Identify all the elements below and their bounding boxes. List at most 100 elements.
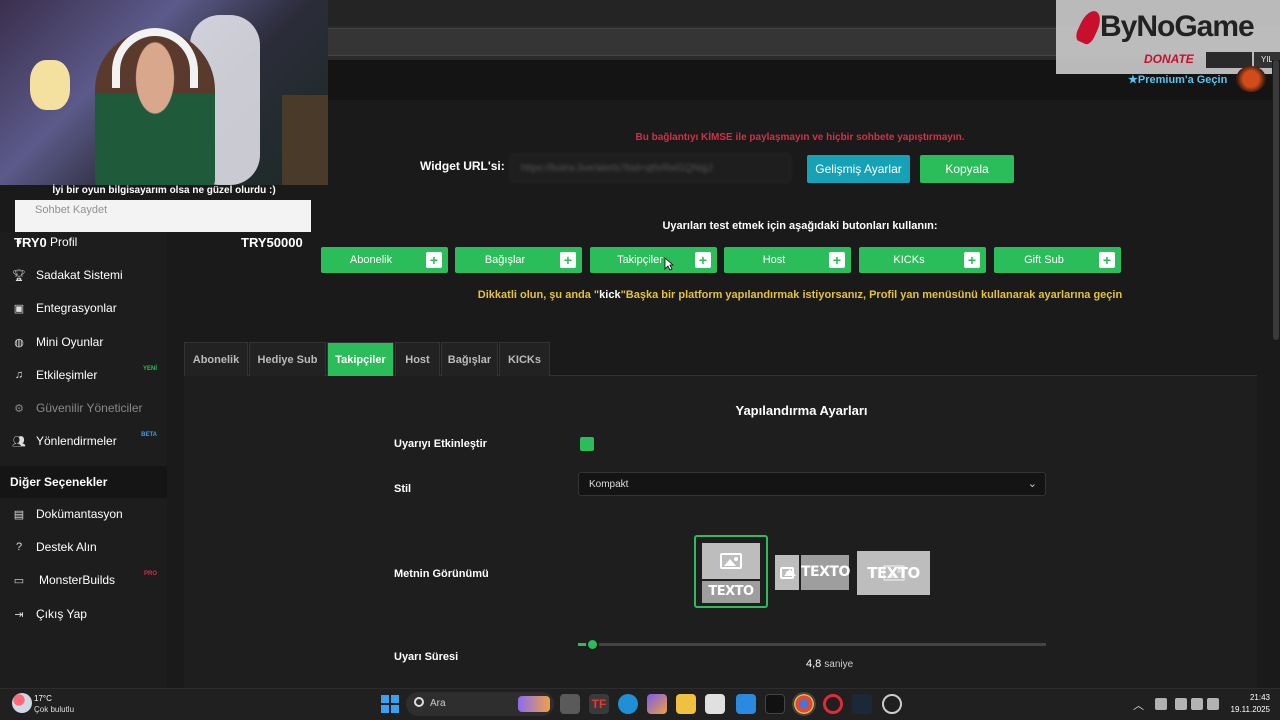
tab-gift-sub[interactable]: Hediye Sub xyxy=(249,342,326,376)
sidebar-item-label: Destek Alın xyxy=(36,540,97,554)
text-look-option-3[interactable]: TEXTO xyxy=(857,551,930,595)
test-subscription-button[interactable]: Abonelik + xyxy=(321,247,448,273)
obs-icon[interactable] xyxy=(882,694,902,714)
sidebar-item-trusted-managers[interactable]: ⚙ Güvenilir Yöneticiler xyxy=(0,393,167,423)
test-kicks-button[interactable]: KICKs + xyxy=(859,247,986,273)
sidebar-item-redirects[interactable]: 👥︎ Yönlendirmeler BETA xyxy=(0,426,167,456)
tab-donations[interactable]: Bağışlar xyxy=(441,342,498,376)
test-donations-button[interactable]: Bağışlar + xyxy=(455,247,582,273)
test-gift-sub-button[interactable]: Gift Sub + xyxy=(994,247,1121,273)
sidebar-item-loyalty[interactable]: 🏆︎ Sadakat Sistemi xyxy=(0,260,167,290)
wifi-icon[interactable] xyxy=(1175,698,1187,710)
clock-time[interactable]: 21:43 xyxy=(1226,693,1270,702)
page-scrollbar[interactable] xyxy=(1272,60,1280,688)
image-icon xyxy=(720,553,742,569)
plus-icon: + xyxy=(1099,252,1115,268)
tab-followers[interactable]: Takipçiler xyxy=(327,342,394,376)
mic-icon[interactable] xyxy=(1155,698,1167,710)
chrome-icon[interactable] xyxy=(792,692,816,716)
copilot-icon[interactable] xyxy=(647,694,667,714)
volume-icon[interactable] xyxy=(1191,698,1203,710)
sidebar-item-label: Çıkış Yap xyxy=(36,607,87,621)
style-select[interactable]: Kompakt ⌄ xyxy=(578,472,1046,496)
tray-overflow-icon[interactable]: ︿ xyxy=(1133,697,1144,713)
webcam-overlay xyxy=(0,0,328,185)
premium-link-label: Premium'a Geçin xyxy=(1137,74,1228,86)
text-look-option-2[interactable]: TEXTO xyxy=(801,555,850,590)
sidebar-item-logout[interactable]: ⇥ Çıkış Yap xyxy=(0,599,167,629)
duration-value: 4,8 xyxy=(806,658,822,670)
sidebar-item-monsterbuilds[interactable]: ▭ MonsterBuilds PRO xyxy=(0,565,167,595)
enable-alert-checkbox[interactable] xyxy=(580,437,594,451)
sidebar-item-docs[interactable]: ▤ Dokümantasyon xyxy=(0,499,167,529)
plus-icon: + xyxy=(829,252,845,268)
mouse-cursor xyxy=(664,257,674,271)
sidebar-item-label: Dokümantasyon xyxy=(36,507,123,521)
copy-button[interactable]: Kopyala xyxy=(920,155,1014,183)
weather-icon[interactable] xyxy=(12,693,32,713)
sidebar-item-interactions[interactable]: ♫ Etkileşimler YENİ xyxy=(0,360,167,390)
taskbar-search-placeholder: Ara xyxy=(430,698,446,709)
gamepad-icon: ◍ xyxy=(14,336,24,349)
tab-host[interactable]: Host xyxy=(395,342,440,376)
sidebar-item-integrations[interactable]: ▣ Entegrasyonlar xyxy=(0,293,167,323)
task-view-icon[interactable] xyxy=(560,694,580,714)
tab-kicks[interactable]: KICKs xyxy=(499,342,550,376)
advanced-settings-button[interactable]: Gelişmiş Ayarlar xyxy=(807,155,910,183)
plus-icon: + xyxy=(560,252,576,268)
outlook-icon[interactable] xyxy=(736,694,756,714)
test-followers-button[interactable]: Takipçiler + xyxy=(590,247,717,273)
share-warning: Bu bağlantıyı KİMSE ile paylaşmayın ve h… xyxy=(635,132,965,143)
notice-pre: Dikkatli olun, şu anda " xyxy=(477,289,600,301)
help-icon: ? xyxy=(15,541,23,553)
test-button-label: KICKs xyxy=(893,254,925,266)
tiktok-icon[interactable] xyxy=(765,694,785,714)
search-highlight-image xyxy=(518,696,550,712)
text-look-option-1[interactable]: TEXTO xyxy=(694,535,768,608)
weather-temp: 17°C xyxy=(34,694,52,703)
test-info-text: Uyarıları test etmek için aşağıdaki buto… xyxy=(662,220,938,232)
thumb-text: TEXTO xyxy=(867,564,920,582)
duration-slider-track[interactable] xyxy=(578,643,1046,646)
battery-icon[interactable] xyxy=(1207,698,1219,710)
bynogame-overlay: ByNoGame DONATE YIL xyxy=(1056,0,1280,74)
cam-caption: İyi bir oyun bilgisayarım olsa ne güzel … xyxy=(52,185,276,196)
tf-app-icon[interactable]: TF xyxy=(589,694,609,714)
thumb-text: TEXTO xyxy=(702,581,760,603)
sidebar-item-mini-games[interactable]: ◍ Mini Oyunlar xyxy=(0,327,167,357)
sidebar-item-label: Sadakat Sistemi xyxy=(36,268,123,282)
sidebar-item-label: Yönlendirmeler xyxy=(36,434,117,448)
edge-icon[interactable] xyxy=(618,694,638,714)
test-button-label: Gift Sub xyxy=(1024,254,1064,266)
chevron-down-icon: ⌄ xyxy=(1027,478,1037,490)
pro-badge: PRO xyxy=(143,571,157,577)
donation-goal: TRY50000 xyxy=(241,235,303,250)
text-look-label: Metnin Görünümü xyxy=(394,568,489,580)
duration-slider-handle[interactable] xyxy=(586,638,599,651)
avatar[interactable] xyxy=(1236,66,1266,92)
windows-start-icon[interactable] xyxy=(381,695,399,713)
platform-notice: Dikkatli olun, şu anda "kick"Başka bir p… xyxy=(328,289,1272,301)
store-icon[interactable] xyxy=(705,694,725,714)
premium-link[interactable]: ★Premium'a Geçin xyxy=(1128,73,1227,86)
opera-icon[interactable] xyxy=(823,694,843,714)
widget-url-label: Widget URL'si: xyxy=(420,159,505,173)
config-title: Yapılandırma Ayarları xyxy=(735,403,868,418)
tab-subscription[interactable]: Abonelik xyxy=(184,342,248,376)
file-explorer-icon[interactable] xyxy=(676,694,696,714)
scrollbar-thumb[interactable] xyxy=(1273,60,1279,340)
overlay-mini-panel xyxy=(1206,52,1252,68)
wall-poster xyxy=(282,95,328,185)
sidebar-item-support[interactable]: ? Destek Alın xyxy=(0,532,167,562)
alert-tabs: Abonelik Hediye Sub Takipçiler Host Bağı… xyxy=(184,342,1257,376)
text-look-option-2-image[interactable] xyxy=(775,555,799,590)
notice-post: "Başka bir platform yapılandırmak istiyo… xyxy=(620,289,1123,301)
steam-icon[interactable] xyxy=(852,694,872,714)
clock-date[interactable]: 19.11.2025 xyxy=(1226,705,1270,714)
widget-url-field[interactable]: https://botrix.live/alerts?bid=qthrRwl1Q… xyxy=(510,154,791,182)
test-host-button[interactable]: Host + xyxy=(724,247,851,273)
plus-icon: + xyxy=(964,252,980,268)
taskbar-search[interactable]: Ara xyxy=(406,692,554,716)
integrations-icon: ▣ xyxy=(13,302,25,315)
duration-label: Uyarı Süresi xyxy=(394,651,459,663)
